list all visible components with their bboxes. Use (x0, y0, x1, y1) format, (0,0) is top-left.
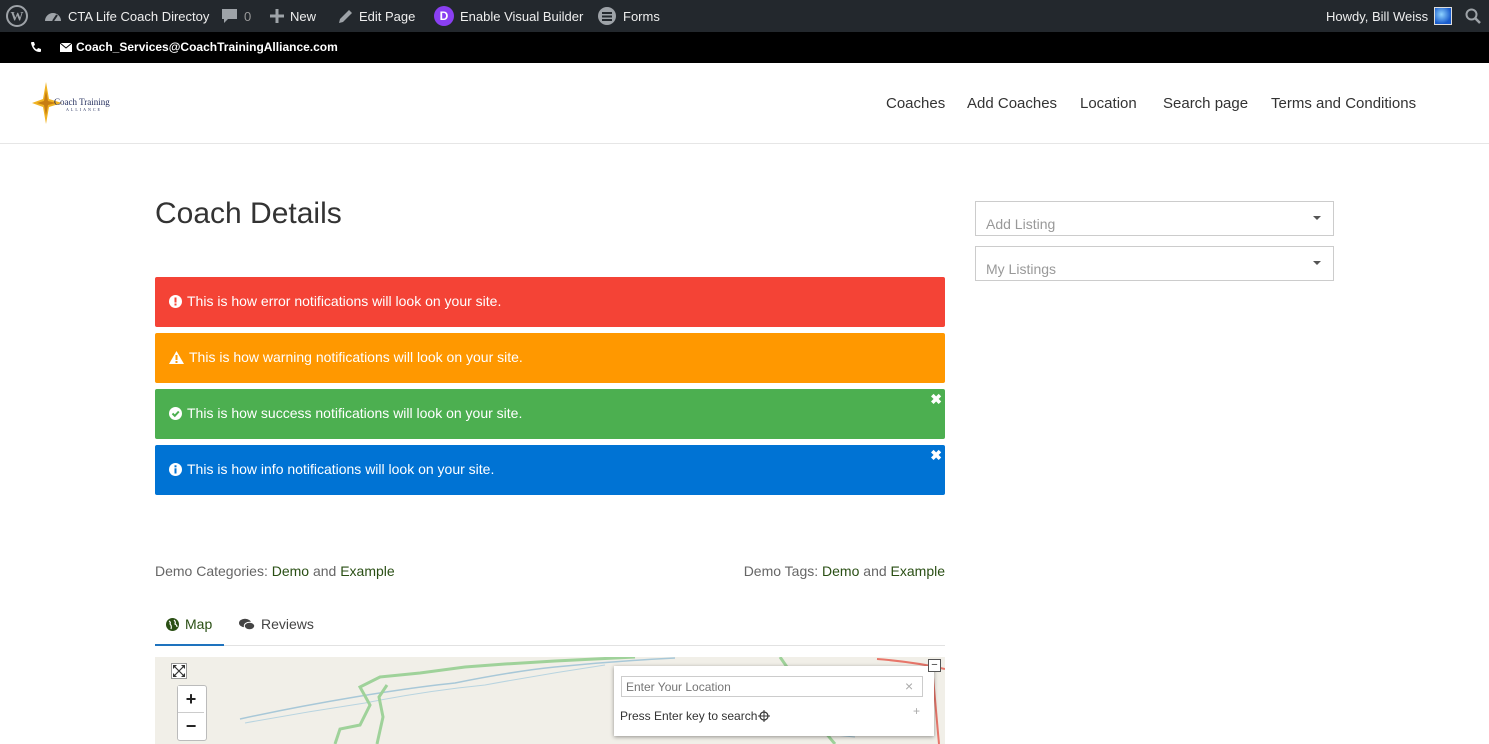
listing-map[interactable]: + − × Press Enter key to search + − (155, 657, 945, 744)
tab-active-indicator (155, 644, 224, 646)
check-circle-icon (169, 406, 182, 420)
error-text: This is how error notifications will loo… (187, 293, 502, 309)
comment-icon (222, 9, 237, 23)
expand-icon[interactable]: + (913, 704, 920, 718)
clear-icon[interactable]: × (905, 678, 913, 694)
site-header: Coach Training ALLIANCE Coaches Add Coac… (0, 63, 1489, 144)
exclamation-circle-icon (169, 294, 182, 308)
categories-line: Demo Categories: Demo and Example (155, 563, 395, 579)
top-info-bar: Coach_Services@CoachTrainingAlliance.com (0, 32, 1489, 63)
globe-icon (166, 617, 179, 631)
new-content-menu[interactable]: New (270, 0, 316, 32)
tags-line: Demo Tags: Demo and Example (744, 563, 945, 579)
site-logo[interactable]: Coach Training ALLIANCE (32, 82, 114, 124)
caret-down-icon (1313, 261, 1321, 265)
nav-search-page[interactable]: Search page (1163, 95, 1248, 112)
wordpress-logo-icon[interactable]: W (6, 0, 28, 32)
error-notification: This is how error notifications will loo… (155, 277, 945, 327)
collapse-icon[interactable]: − (928, 659, 941, 672)
caret-down-icon (1313, 216, 1321, 220)
site-name: CTA Life Coach Directoy (68, 8, 210, 24)
my-account-menu[interactable]: Howdy, Bill Weiss (1326, 0, 1453, 32)
divi-icon: D (434, 6, 454, 26)
email-link[interactable]: Coach_Services@CoachTrainingAlliance.com (60, 40, 338, 54)
forms-icon (598, 7, 616, 25)
success-notification: This is how success notifications will l… (155, 389, 945, 439)
info-text: This is how info notifications will look… (187, 461, 495, 477)
nav-coaches[interactable]: Coaches (886, 95, 945, 112)
site-name-menu[interactable]: CTA Life Coach Directoy (44, 0, 209, 32)
avatar (1434, 7, 1453, 25)
warning-notification: This is how warning notifications will l… (155, 333, 945, 383)
search-hint: Press Enter key to search (620, 709, 758, 723)
crosshair-icon[interactable] (758, 710, 770, 722)
zoom-in-button[interactable]: + (178, 686, 204, 712)
close-icon[interactable]: ✖ (930, 391, 942, 408)
close-icon[interactable]: ✖ (930, 447, 942, 464)
info-circle-icon (169, 462, 182, 476)
my-listings-dropdown[interactable]: My Listings (975, 246, 1334, 281)
pencil-icon (339, 9, 352, 23)
tab-map[interactable]: Map (166, 616, 212, 632)
add-listing-dropdown[interactable]: Add Listing (975, 201, 1334, 236)
tab-reviews-label: Reviews (261, 616, 314, 632)
admin-bar: W CTA Life Coach Directoy 0 New Edit Pag… (0, 0, 1489, 32)
category-link-demo[interactable]: Demo (272, 563, 309, 579)
plus-icon (270, 9, 284, 23)
location-search-panel: × Press Enter key to search + (614, 666, 934, 736)
category-link-example[interactable]: Example (340, 563, 394, 579)
visual-builder-label: Enable Visual Builder (460, 8, 584, 24)
info-notification: This is how info notifications will look… (155, 445, 945, 495)
nav-terms-and-conditions[interactable]: Terms and Conditions (1271, 95, 1416, 112)
tags-conj: and (863, 563, 887, 579)
email-text: Coach_Services@CoachTrainingAlliance.com (76, 40, 338, 54)
new-label: New (290, 8, 317, 24)
categories-label: Demo Categories: (155, 563, 268, 579)
svg-text:W: W (11, 9, 24, 24)
comments-icon (239, 618, 255, 630)
fullscreen-icon[interactable] (171, 663, 187, 679)
enable-visual-builder-link[interactable]: D Enable Visual Builder (434, 0, 583, 32)
phone-icon[interactable] (30, 41, 42, 56)
forms-label: Forms (623, 8, 660, 24)
location-search-input[interactable] (621, 676, 923, 697)
howdy-label: Howdy, Bill Weiss (1326, 8, 1429, 24)
tabs-bar (155, 645, 945, 646)
logo-line2: ALLIANCE (66, 107, 102, 112)
tag-link-demo[interactable]: Demo (822, 563, 859, 579)
tags-label: Demo Tags: (743, 563, 819, 579)
tab-reviews[interactable]: Reviews (239, 616, 314, 632)
comments-menu[interactable]: 0 (221, 0, 251, 32)
tag-link-example[interactable]: Example (891, 563, 945, 579)
my-listings-label: My Listings (986, 261, 1057, 277)
warning-triangle-icon (169, 350, 184, 364)
envelope-icon (60, 42, 72, 52)
nav-location[interactable]: Location (1080, 95, 1137, 112)
nav-add-coaches[interactable]: Add Coaches (967, 95, 1057, 112)
success-text: This is how success notifications will l… (187, 405, 523, 421)
tab-map-label: Map (185, 616, 213, 632)
page-title: Coach Details (155, 197, 342, 230)
categories-conj: and (312, 563, 337, 579)
zoom-out-button[interactable]: − (178, 713, 204, 739)
forms-menu[interactable]: Forms (597, 0, 660, 32)
edit-page-link[interactable]: Edit Page (338, 0, 415, 32)
dashboard-icon (45, 13, 61, 22)
search-icon[interactable] (1465, 0, 1481, 32)
add-listing-label: Add Listing (986, 216, 1056, 232)
edit-page-label: Edit Page (359, 8, 416, 24)
comments-count: 0 (244, 8, 252, 24)
logo-line1: Coach Training (54, 97, 110, 107)
warning-text: This is how warning notifications will l… (189, 349, 523, 365)
